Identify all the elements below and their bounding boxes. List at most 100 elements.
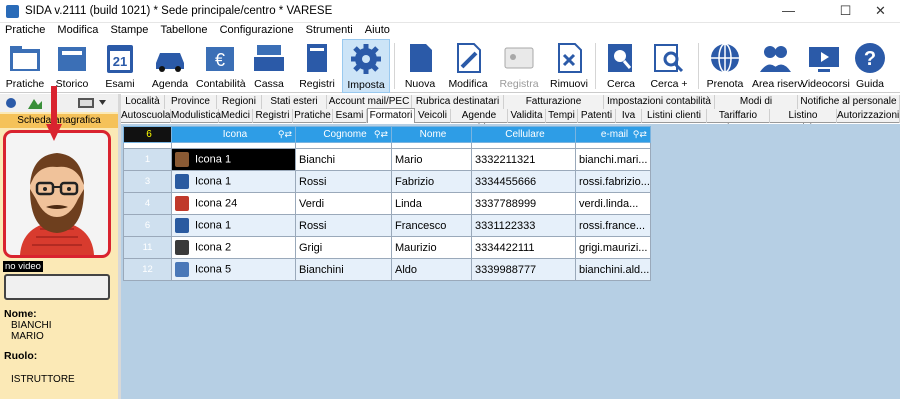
nome-value-surname: BIANCHI <box>11 320 52 331</box>
person-avatar-icon <box>175 196 189 211</box>
esami-button[interactable]: 21 Esami <box>98 39 142 93</box>
webcam-icon[interactable] <box>78 98 94 108</box>
person-avatar-icon <box>175 152 189 167</box>
advanced-search-icon <box>654 44 684 73</box>
search-sort-icon: ⚲⇄ <box>373 129 388 139</box>
video-preview-box[interactable] <box>4 274 110 300</box>
cerca-plus-button[interactable]: Cerca + <box>646 39 692 93</box>
menu-pratiche[interactable]: Pratiche <box>0 23 49 36</box>
column-header-nome[interactable]: Nome <box>391 126 472 143</box>
tab-validita[interactable]: Validita <box>508 109 546 123</box>
svg-text:€: € <box>215 50 225 70</box>
registri-button[interactable]: Registri <box>295 39 339 93</box>
svg-text:21: 21 <box>113 54 127 69</box>
window-title: SIDA v.2111 (build 1021) * Sede principa… <box>25 5 333 17</box>
table-row[interactable]: 12 Icona 5 Bianchini Aldo 3339988777 bianch… <box>123 258 651 281</box>
tab-listino-pratiche[interactable]: Listino pratiche <box>770 109 837 134</box>
tab-iva[interactable]: Iva <box>616 109 642 123</box>
id-card-icon <box>504 47 534 69</box>
toolbar-separator <box>698 43 699 89</box>
nuova-button[interactable]: Nuova <box>398 39 442 93</box>
column-header-email[interactable]: e-mail ⚲⇄ <box>575 126 651 143</box>
tab-tariffario-base[interactable]: Tariffario base <box>707 109 770 134</box>
ruolo-label: Ruolo: <box>4 350 38 362</box>
help-icon: ? <box>855 43 885 73</box>
title-bar: SIDA v.2111 (build 1021) * Sede principa… <box>0 0 900 23</box>
tab-formatori[interactable]: Formatori <box>367 108 415 123</box>
menu-configurazione[interactable]: Configurazione <box>215 23 298 36</box>
table-row[interactable]: 1 Icona 1 Bianchi Mario 3332211321 bianchi.… <box>123 148 651 171</box>
video-icon <box>809 47 839 72</box>
image-icon[interactable] <box>28 96 42 109</box>
tab-row-2: Autoscuola Modulistica Medici Registri P… <box>121 108 900 134</box>
table-row[interactable]: 3 Icona 1 Rossi Fabrizio 3334455666 rossi.f… <box>123 170 651 193</box>
tab-notifiche-al-personale[interactable]: Notifiche al personale <box>798 95 900 109</box>
registra-button[interactable]: Registra <box>495 39 543 93</box>
guida-button[interactable]: ? Guida <box>849 39 891 93</box>
gear-icon <box>351 44 381 74</box>
table-row[interactable]: 4 Icona 24 Verdi Linda 3337788999 verdi.lin… <box>123 192 651 215</box>
tab-modi-di-pagamento[interactable]: Modi di pagamento <box>715 95 798 120</box>
search-sort-icon: ⚲⇄ <box>632 129 647 139</box>
menu-stampe[interactable]: Stampe <box>105 23 152 36</box>
camera-icon[interactable] <box>5 97 17 109</box>
menu-tabellone[interactable]: Tabellone <box>155 23 211 36</box>
tab-patenti[interactable]: Patenti <box>578 109 616 123</box>
no-video-label: no video <box>3 261 43 272</box>
car-icon <box>156 53 184 72</box>
tab-modulistica[interactable]: Modulistica <box>171 109 221 123</box>
avatar[interactable] <box>3 130 111 258</box>
tab-rubrica-destinatari[interactable]: Rubrica destinatari <box>412 95 504 109</box>
cash-register-icon <box>254 45 284 71</box>
chevron-down-icon[interactable] <box>99 100 106 105</box>
tab-localita[interactable]: Località <box>121 95 165 109</box>
search-sort-icon: ⚲⇄ <box>277 129 292 139</box>
rimuovi-button[interactable]: Rimuovi <box>547 39 591 93</box>
tab-province[interactable]: Province <box>165 95 217 109</box>
menu-modifica[interactable]: Modifica <box>52 23 102 36</box>
imposta-button[interactable]: Imposta <box>342 39 390 93</box>
tab-impostazioni-contabilita[interactable]: Impostazioni contabilità <box>604 95 715 109</box>
tab-row-1: Località Province Regioni Stati esteri A… <box>121 95 900 120</box>
table-row[interactable]: 11 Icona 2 Grigi Maurizio 3334422111 grigi.… <box>123 236 651 259</box>
new-document-icon <box>410 44 432 72</box>
tab-fatturazione-elettronica[interactable]: Fatturazione elettronica <box>504 95 604 120</box>
contabilita-button[interactable]: € Contabilità <box>196 39 246 93</box>
cerca-button[interactable]: Cerca <box>599 39 643 93</box>
toolbar: Pratiche Storico 21 Esami Agenda € Conta… <box>0 39 900 93</box>
tab-listini-clienti[interactable]: Listini clienti <box>642 109 707 123</box>
agenda-button[interactable]: Agenda <box>148 39 192 93</box>
videocorsi-button[interactable]: Videocorsi <box>801 39 850 93</box>
close-button[interactable]: ✕ <box>858 0 900 23</box>
tab-stati-esteri[interactable]: Stati esteri <box>262 95 327 109</box>
app-icon <box>6 5 19 18</box>
menu-aiuto[interactable]: Aiuto <box>360 23 394 36</box>
tab-autorizzazioni[interactable]: Autorizzazioni <box>837 109 900 123</box>
tab-tempi[interactable]: Tempi <box>546 109 578 123</box>
pratiche-button[interactable]: Pratiche <box>3 39 47 93</box>
tab-pratiche[interactable]: Pratiche <box>293 109 333 123</box>
tab-registri[interactable]: Registri <box>253 109 293 123</box>
storico-button[interactable]: Storico <box>50 39 94 93</box>
area-riserv-button[interactable]: Area riserv. <box>752 39 805 93</box>
tab-veicoli[interactable]: Veicoli <box>415 109 451 123</box>
formatori-table: 6 Icona ⚲⇄ Cognome ⚲⇄ Nome Cellulare e-mai… <box>123 126 651 281</box>
modifica-button[interactable]: Modifica <box>446 39 490 93</box>
tab-regioni[interactable]: Regioni <box>217 95 262 109</box>
minimize-button[interactable]: — <box>766 0 811 23</box>
tab-agende-guida[interactable]: Agende guida <box>451 109 508 134</box>
tab-account-mail[interactable]: Account mail/PEC <box>327 95 412 109</box>
column-header-cognome[interactable]: Cognome ⚲⇄ <box>295 126 392 143</box>
prenota-button[interactable]: Prenota <box>702 39 748 93</box>
folder-icon <box>10 46 40 71</box>
menu-strumenti[interactable]: Strumenti <box>301 23 357 36</box>
tab-autoscuola[interactable]: Autoscuola <box>121 109 171 123</box>
cassa-button[interactable]: Cassa <box>247 39 291 93</box>
register-icon <box>307 44 327 72</box>
table-row[interactable]: 6 Icona 1 Rossi Francesco 3331122333 rossi.… <box>123 214 651 237</box>
tab-medici[interactable]: Medici <box>219 109 253 123</box>
column-header-cellulare[interactable]: Cellulare <box>471 126 576 143</box>
tab-esami[interactable]: Esami <box>333 109 367 123</box>
column-header-icona[interactable]: Icona ⚲⇄ <box>171 126 296 143</box>
calendar-icon: 21 <box>107 45 133 73</box>
